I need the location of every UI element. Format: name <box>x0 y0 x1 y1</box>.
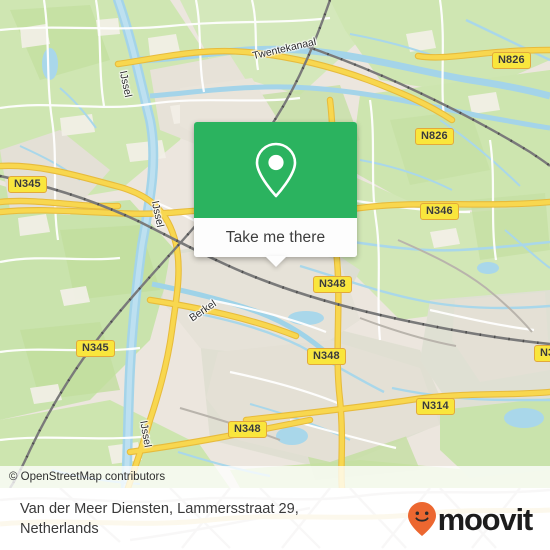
footer-bar: Van der Meer Diensten, Lammersstraat 29,… <box>0 488 550 550</box>
map-pin-icon <box>255 142 296 198</box>
road-shield: N345 <box>76 340 115 357</box>
moovit-map-screenshot: N826 N826 N346 N345 N345 N348 N348 N348 … <box>0 0 550 550</box>
moovit-wordmark: moovit <box>437 501 534 537</box>
road-shield: N348 <box>228 421 267 438</box>
road-shield: N826 <box>492 52 531 69</box>
moovit-pin-smiley-icon <box>407 502 436 536</box>
attribution-text: © OpenStreetMap contributors <box>9 471 166 483</box>
road-shield: N3 <box>534 345 550 362</box>
map-attribution-bar: © OpenStreetMap contributors <box>0 466 550 488</box>
road-shield: N826 <box>415 128 454 145</box>
callout-tail <box>264 256 287 267</box>
road-shield: N346 <box>420 203 459 220</box>
footer-content: Van der Meer Diensten, Lammersstraat 29,… <box>0 488 550 550</box>
road-shield: N314 <box>416 398 455 415</box>
road-shield: N348 <box>307 348 346 365</box>
card-pin-panel <box>194 122 357 218</box>
take-me-there-button[interactable]: Take me there <box>194 218 357 267</box>
take-me-there-label: Take me there <box>225 228 326 246</box>
road-shield: N348 <box>313 276 352 293</box>
location-callout-card[interactable]: Take me there <box>194 122 357 267</box>
moovit-logo[interactable]: moovit <box>407 501 536 537</box>
location-address: Van der Meer Diensten, Lammersstraat 29,… <box>20 501 299 537</box>
map-canvas[interactable]: N826 N826 N346 N345 N345 N348 N348 N348 … <box>0 0 550 488</box>
road-shield: N345 <box>8 176 47 193</box>
